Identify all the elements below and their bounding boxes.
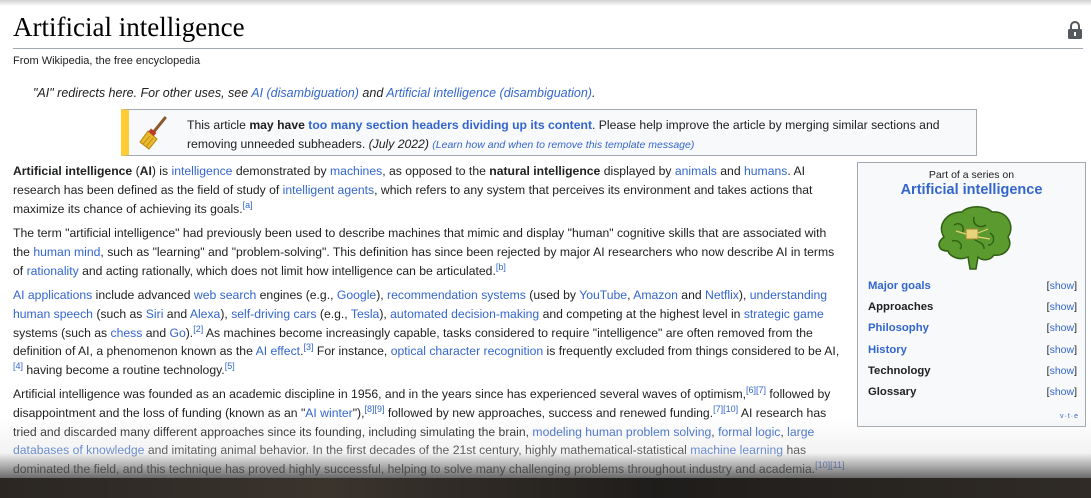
link-alexa[interactable]: Alexa [190,307,221,321]
paragraph-4: Artificial intelligence was founded as a… [13,384,845,477]
link-ai-applications[interactable]: AI applications [13,288,92,302]
notice-text: This article may have too many section h… [187,118,940,151]
link-ocr[interactable]: optical character recognition [391,344,543,358]
paragraph-3: AI applications include advanced web sea… [13,288,840,378]
page-title: Artificial intelligence [13,12,245,42]
ref-7-10[interactable]: [7][10] [713,404,738,414]
hatnote-text: and [358,86,387,100]
paragraph-1: Artificial intelligence (AI) is intellig… [13,164,813,216]
link-go[interactable]: Go [169,326,185,340]
show-toggle-glossary[interactable]: [show] [1047,386,1077,398]
ref-b[interactable]: [b] [496,262,506,272]
link-web-search[interactable]: web search [194,288,256,302]
ref-6-7[interactable]: [6][7] [746,385,766,395]
link-humans[interactable]: humans [744,164,787,178]
sidebar-row-major-goals: Major goals [show] [868,280,1077,298]
show-toggle-philosophy[interactable]: [show] [1047,322,1077,334]
ref-3[interactable]: [3] [303,342,313,352]
link-strategic-game[interactable]: strategic game [744,307,824,321]
broom-icon [139,116,167,150]
link-ai-effect[interactable]: AI effect [256,344,301,358]
show-toggle-approaches[interactable]: [show] [1047,301,1077,313]
link-modeling-human-problem-solving[interactable]: modeling human problem solving [532,425,711,439]
sidebar-title[interactable]: Artificial intelligence [858,182,1085,198]
link-amazon[interactable]: Amazon [633,288,678,302]
vte-links[interactable]: v·t·e [1060,413,1079,420]
ref-10-11[interactable]: [10][11] [815,460,844,470]
site-subtitle: From Wikipedia, the free encyclopedia [13,55,201,67]
link-human-mind[interactable]: human mind [33,245,100,259]
link-youtube[interactable]: YouTube [579,288,627,302]
link-ai-disambiguation-2[interactable]: Artificial intelligence (disambiguation) [386,86,592,100]
link-chess[interactable]: chess [111,326,143,340]
link-self-driving-cars[interactable]: self-driving cars [231,307,316,321]
sidebar-label-glossary: Glossary [868,386,917,398]
sidebar-above: Part of a series on [928,169,1015,181]
show-toggle-history[interactable]: [show] [1047,344,1077,356]
link-recommendation-systems[interactable]: recommendation systems [387,288,526,302]
link-remove-template[interactable]: (Learn how and when to remove this templ… [432,139,694,151]
sidebar-label-technology: Technology [868,365,931,377]
link-tesla[interactable]: Tesla [351,307,379,321]
ref-8-9[interactable]: [8][9] [364,404,384,414]
link-ai-disambiguation[interactable]: AI (disambiguation) [251,86,359,100]
brain-icon [938,206,1012,270]
link-intelligent-agents[interactable]: intelligent agents [283,183,374,197]
hatnote-text: "AI" redirects here. For other uses, see [33,86,252,100]
maintenance-notice: This article may have too many section h… [121,109,977,156]
sidebar-label-major-goals[interactable]: Major goals [868,280,931,292]
link-siri[interactable]: Siri [146,307,164,321]
title-divider [13,48,1083,49]
ref-5[interactable]: [5] [225,361,235,371]
background-strip [0,478,1091,498]
sidebar-label-history[interactable]: History [868,344,907,356]
link-automated-decision-making[interactable]: automated decision-making [390,307,539,321]
sidebar-row-history: History [show] [868,344,1077,362]
ref-2[interactable]: [2] [193,324,203,334]
link-netflix[interactable]: Netflix [705,288,739,302]
ref-a[interactable]: [a] [243,200,253,210]
link-rationality[interactable]: rationality [27,264,79,278]
hatnote-text: . [591,86,596,100]
sidebar-label-approaches: Approaches [868,301,934,313]
top-shadow [0,0,1091,6]
sidebar-row-technology: Technology [show] [868,365,1077,383]
series-sidebar: Part of a series on Artificial intellige… [857,162,1086,427]
hatnote: "AI" redirects here. For other uses, see… [33,86,595,100]
show-toggle-major-goals[interactable]: [show] [1047,280,1077,292]
link-ai-winter[interactable]: AI winter [305,406,352,420]
paragraph-2: The term "artificial intelligence" had p… [13,226,835,278]
sidebar-row-glossary: Glossary [show] [868,386,1077,404]
lock-icon[interactable] [1067,21,1083,39]
link-animals[interactable]: animals [675,164,717,178]
sidebar-label-philosophy[interactable]: Philosophy [868,322,929,334]
link-google[interactable]: Google [337,288,376,302]
sidebar-row-approaches: Approaches [show] [868,301,1077,319]
link-machine-learning[interactable]: machine learning [690,443,783,457]
link-machines[interactable]: machines [330,164,382,178]
sidebar-row-philosophy: Philosophy [show] [868,322,1077,340]
link-formal-logic[interactable]: formal logic [718,425,780,439]
link-section-headers[interactable]: too many section headers dividing up its… [308,118,592,132]
show-toggle-technology[interactable]: [show] [1047,365,1077,377]
ref-4[interactable]: [4] [13,361,23,371]
link-intelligence[interactable]: intelligence [171,164,232,178]
